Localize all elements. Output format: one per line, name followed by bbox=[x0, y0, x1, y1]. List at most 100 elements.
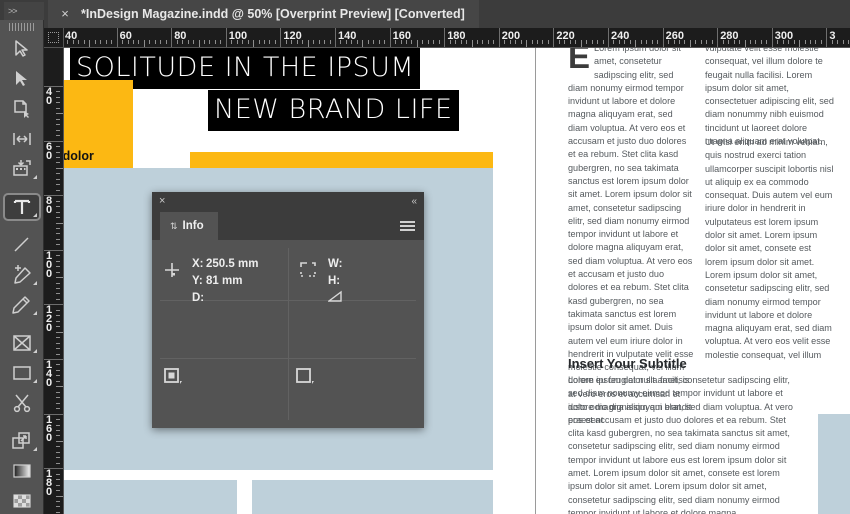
ruler-minor-tick bbox=[209, 40, 211, 44]
ruler-minor-tick bbox=[547, 40, 549, 44]
ruler-minor-tick bbox=[520, 40, 522, 44]
vertical-ruler[interactable]: 40 60 80 100 120 140 160 180 bbox=[44, 48, 64, 514]
document-tab[interactable]: × *InDesign Magazine.indd @ 50% [Overpri… bbox=[48, 0, 479, 28]
ruler-minor-tick bbox=[504, 40, 506, 44]
frame-tool[interactable] bbox=[0, 328, 44, 358]
ruler-minor-tick bbox=[575, 40, 577, 44]
tab-info[interactable]: ⇅ Info bbox=[160, 212, 218, 240]
arrow-outline-icon bbox=[12, 39, 32, 59]
tool-flyout-indicator-icon[interactable] bbox=[33, 349, 37, 353]
scissors-tool[interactable] bbox=[0, 388, 44, 418]
image-placeholder-bottom-right[interactable] bbox=[252, 480, 493, 514]
document-tab-title: *InDesign Magazine.indd @ 50% [Overprint… bbox=[81, 7, 465, 21]
info-x-label: X: bbox=[192, 258, 204, 270]
subtitle-body-text[interactable]: Lorem ipsum dolor sit amet, consetetur s… bbox=[568, 374, 800, 514]
ruler-minor-tick bbox=[493, 40, 495, 44]
tool-flyout-indicator-icon[interactable] bbox=[33, 379, 37, 383]
pen-tool[interactable] bbox=[0, 260, 44, 290]
ruler-minor-tick bbox=[624, 40, 626, 44]
tool-flyout-indicator-icon[interactable] bbox=[33, 175, 37, 179]
yellow-accent-bar[interactable] bbox=[190, 152, 493, 168]
ruler-minor-tick bbox=[515, 40, 517, 44]
info-y-field: Y: 81 mm bbox=[192, 275, 242, 287]
ruler-minor-tick bbox=[253, 40, 255, 47]
pencil-tool[interactable] bbox=[0, 290, 44, 320]
image-placeholder-bottom-left[interactable] bbox=[64, 480, 237, 514]
tool-flyout-indicator-icon[interactable] bbox=[33, 447, 37, 451]
info-panel-title-bar[interactable]: × « bbox=[152, 192, 424, 212]
ruler-origin-button[interactable] bbox=[44, 28, 64, 48]
indesign-window: >> × *InDesign Magazine.indd @ 50% [Over… bbox=[0, 0, 850, 514]
tools-panel-drag-handle[interactable] bbox=[0, 20, 43, 34]
body-column-2[interactable]: vulputate velit esse molestie consequat,… bbox=[705, 48, 836, 148]
ruler-origin-icon bbox=[48, 32, 59, 43]
ruler-minor-tick bbox=[56, 397, 60, 399]
type-tool[interactable] bbox=[0, 192, 44, 222]
ruler-minor-tick bbox=[127, 40, 129, 44]
ruler-minor-tick bbox=[72, 40, 74, 44]
selection-tool[interactable] bbox=[0, 34, 44, 64]
ruler-minor-tick bbox=[842, 40, 844, 44]
tool-separator bbox=[0, 222, 43, 230]
ruler-minor-tick bbox=[733, 40, 735, 44]
ruler-minor-tick bbox=[56, 189, 60, 191]
tool-separator bbox=[0, 418, 43, 426]
ruler-minor-tick bbox=[56, 511, 60, 513]
ruler-minor-tick bbox=[482, 40, 484, 44]
ruler-minor-tick bbox=[78, 40, 80, 44]
expand-panel-button[interactable]: >> bbox=[4, 2, 44, 20]
ruler-minor-tick bbox=[56, 222, 63, 224]
free-transform-icon bbox=[11, 431, 33, 451]
horizontal-ruler[interactable]: 40 60 80 100 120 140 160 180 200 220 240 260 280 300 3 bbox=[64, 28, 850, 48]
image-placeholder-right[interactable] bbox=[818, 414, 850, 514]
ruler-minor-tick bbox=[788, 40, 790, 44]
rectangle-frame-icon bbox=[12, 333, 32, 353]
collapse-icon[interactable]: « bbox=[411, 195, 416, 208]
rectangle-tool[interactable] bbox=[0, 358, 44, 388]
content-collector-tool[interactable] bbox=[0, 154, 44, 184]
ruler-minor-tick bbox=[471, 40, 473, 47]
ruler-minor-tick bbox=[56, 102, 60, 104]
ruler-minor-tick bbox=[269, 40, 271, 44]
info-panel-body: X: 250.5 mm Y: 81 mm D: W: H: bbox=[152, 240, 424, 428]
ruler-minor-tick bbox=[56, 184, 60, 186]
tool-flyout-indicator-icon[interactable] bbox=[33, 213, 37, 217]
tools-panel[interactable] bbox=[0, 20, 44, 514]
ruler-minor-tick bbox=[94, 40, 96, 44]
chevron-updown-icon: ⇅ bbox=[170, 220, 178, 231]
stroke-swatch-icon[interactable] bbox=[296, 368, 316, 386]
ruler-minor-tick bbox=[198, 40, 200, 47]
ruler-minor-tick bbox=[149, 40, 151, 44]
ruler-minor-tick bbox=[56, 178, 60, 180]
close-icon[interactable]: × bbox=[159, 195, 165, 208]
free-transform-tool[interactable] bbox=[0, 426, 44, 456]
ruler-minor-tick bbox=[143, 40, 145, 47]
body-column-2-paragraph-2[interactable]: Ut wisi enim ad minim veniam, quis nostr… bbox=[705, 136, 836, 362]
gradient-feather-tool[interactable] bbox=[0, 486, 44, 514]
ruler-minor-tick bbox=[438, 40, 440, 44]
tool-flyout-indicator-icon[interactable] bbox=[33, 281, 37, 285]
ruler-minor-tick bbox=[182, 40, 184, 44]
close-icon[interactable]: × bbox=[58, 7, 72, 21]
direct-selection-tool[interactable] bbox=[0, 64, 44, 94]
gradient-swatch-tool[interactable] bbox=[0, 456, 44, 486]
hamburger-menu-icon[interactable] bbox=[400, 221, 415, 231]
ruler-minor-tick bbox=[509, 40, 511, 44]
subtitle-heading[interactable]: Insert Your Subtitle bbox=[568, 356, 818, 371]
page-tool[interactable] bbox=[0, 94, 44, 124]
info-panel[interactable]: × « ⇅ Info X: 250.5 mm Y: 81 mm D: W: H: bbox=[152, 192, 424, 428]
title-bar: >> × *InDesign Magazine.indd @ 50% [Over… bbox=[0, 0, 850, 28]
headline-line-2[interactable]: NEW BRAND LIFE bbox=[208, 90, 459, 131]
line-tool[interactable] bbox=[0, 230, 44, 260]
tool-flyout-indicator-icon[interactable] bbox=[33, 311, 37, 315]
ruler-minor-tick bbox=[569, 40, 571, 44]
gap-tool[interactable] bbox=[0, 124, 44, 154]
fill-swatch-icon[interactable] bbox=[164, 368, 184, 386]
ruler-minor-tick bbox=[285, 40, 287, 44]
ruler-minor-tick bbox=[591, 40, 593, 44]
content-collector-icon bbox=[11, 159, 33, 179]
ruler-minor-tick bbox=[56, 364, 60, 366]
ruler-minor-tick bbox=[56, 135, 60, 137]
info-panel-tab-strip[interactable]: ⇅ Info bbox=[152, 212, 424, 240]
ruler-minor-tick bbox=[56, 408, 60, 410]
